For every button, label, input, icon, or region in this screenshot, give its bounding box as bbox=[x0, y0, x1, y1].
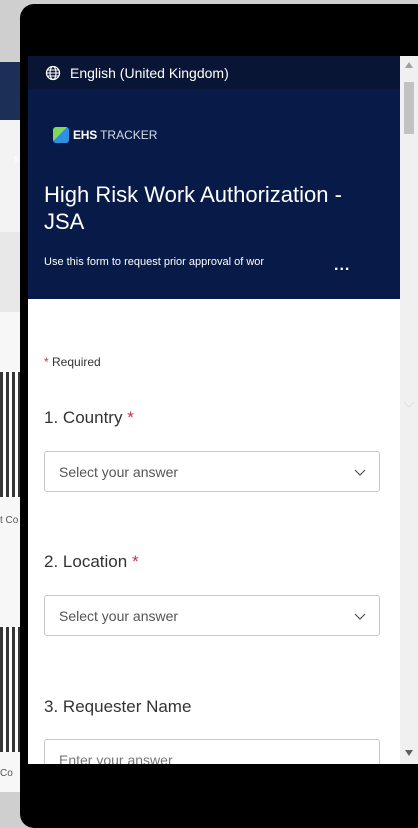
language-label: English (United Kingdom) bbox=[70, 64, 229, 81]
required-text: Required bbox=[52, 355, 101, 369]
qr-code-image bbox=[0, 372, 22, 497]
question-text: Requester Name bbox=[62, 697, 192, 716]
background-caption: Co bbox=[0, 768, 13, 779]
logo-text-bold: EHS bbox=[73, 128, 98, 142]
scroll-thumb[interactable] bbox=[404, 82, 414, 134]
logo-text-thin: TRACKER bbox=[100, 128, 158, 142]
question-number: 3. bbox=[44, 697, 59, 716]
qr-code-image bbox=[0, 627, 22, 752]
ehs-tracker-logo: EHS TRACKER bbox=[53, 127, 157, 143]
required-asterisk: * bbox=[44, 355, 49, 369]
chevron-down-icon bbox=[403, 401, 415, 408]
required-note: * Required bbox=[44, 355, 101, 369]
country-select[interactable]: Select your answer bbox=[44, 451, 380, 492]
more-icon[interactable]: ... bbox=[334, 257, 350, 275]
form-modal: English (United Kingdom) EHS TRACKER Hig… bbox=[20, 4, 418, 828]
background-caption: t Co bbox=[0, 515, 19, 526]
country-select-placeholder: Select your answer bbox=[59, 464, 179, 480]
chevron-down-icon bbox=[354, 613, 366, 620]
required-asterisk: * bbox=[131, 552, 139, 571]
logo-mark-icon bbox=[53, 127, 69, 143]
required-asterisk: * bbox=[127, 408, 134, 427]
location-select-placeholder: Select your answer bbox=[59, 608, 179, 624]
background-letter: s bbox=[14, 154, 19, 165]
form-description: Use this form to request prior approval … bbox=[44, 256, 265, 268]
question-requester-label: 3. Requester Name bbox=[44, 697, 191, 717]
form-title: High Risk Work Authorization - JSA bbox=[44, 182, 342, 234]
form-frame: English (United Kingdom) EHS TRACKER Hig… bbox=[28, 56, 418, 764]
form-header: EHS TRACKER High Risk Work Authorization… bbox=[28, 89, 400, 299]
scroll-down-arrow-icon[interactable] bbox=[405, 750, 413, 756]
language-selector[interactable]: English (United Kingdom) bbox=[28, 56, 400, 89]
globe-icon bbox=[45, 65, 61, 80]
question-text: Country bbox=[62, 408, 123, 427]
location-select[interactable]: Select your answer bbox=[44, 595, 380, 636]
scroll-up-arrow-icon[interactable] bbox=[405, 62, 413, 68]
form-body: * Required 1. Country * Select your answ… bbox=[28, 299, 400, 764]
question-country-label: 1. Country * bbox=[44, 408, 134, 428]
chevron-down-icon bbox=[354, 469, 366, 476]
question-text: Location bbox=[62, 552, 128, 571]
question-number: 2. bbox=[44, 552, 59, 571]
requester-name-input[interactable] bbox=[44, 739, 380, 764]
question-location-label: 2. Location * bbox=[44, 552, 139, 572]
question-number: 1. bbox=[44, 408, 59, 427]
scrollbar[interactable] bbox=[400, 56, 418, 764]
